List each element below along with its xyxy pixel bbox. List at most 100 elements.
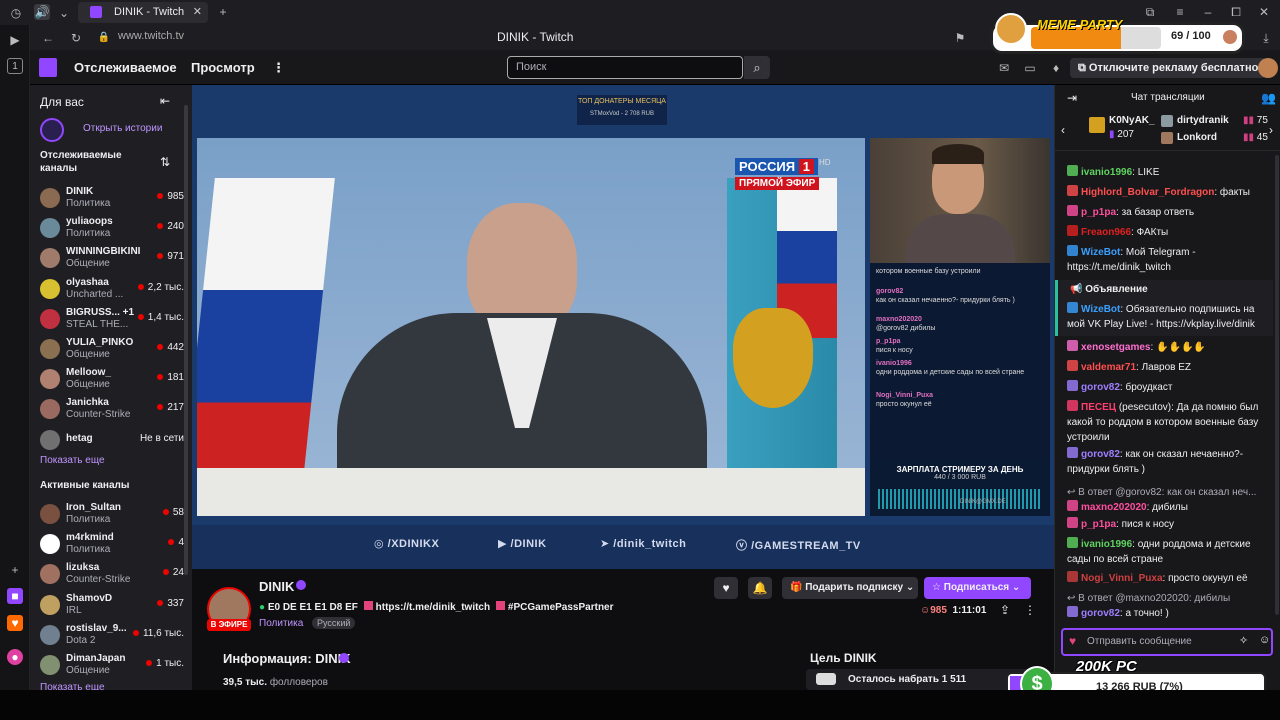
sidebar-channel[interactable]: lizuksa Counter-Strike 24	[38, 559, 186, 589]
sidebar-channel[interactable]: DINIK Политика 985	[38, 183, 186, 213]
language-tag[interactable]: Русский	[312, 617, 356, 629]
gift-sub-button[interactable]: 🎁 Подарить подписку ⌄	[782, 577, 918, 599]
viewer-count: Не в сети	[139, 432, 184, 444]
bookmark-icon[interactable]: ⚑	[952, 30, 968, 46]
download-icon[interactable]: ⤓	[1258, 30, 1274, 46]
url-field[interactable]: www.twitch.tv	[118, 30, 184, 42]
more-icon[interactable]: ⋮	[272, 60, 285, 76]
whispers-icon[interactable]: ▭	[1022, 60, 1038, 76]
chat-username[interactable]: maxno202020	[1081, 502, 1147, 513]
twitch-logo-icon[interactable]	[39, 58, 57, 77]
chat-users-icon[interactable]: 👥	[1261, 91, 1276, 105]
heart-badge-icon[interactable]: ♥	[1069, 634, 1076, 648]
chat-username[interactable]: p_p1pa	[1081, 207, 1116, 218]
more-options-icon[interactable]: ⋮	[1024, 603, 1036, 617]
chat-username[interactable]: gorov82	[1081, 608, 1120, 619]
user-badge-icon	[1067, 302, 1078, 313]
leader-next-icon[interactable]: ›	[1269, 123, 1273, 137]
video-player[interactable]: ТОП ДОНАТЕРЫ МЕСЯЦА STMoxVod - 2 708 RUB…	[192, 85, 1054, 569]
browser-tab-active[interactable]: DINIK - Twitch ✕	[78, 2, 208, 23]
collapse-chat-icon[interactable]: ⇥	[1067, 91, 1077, 105]
user-badge-icon	[1067, 400, 1078, 411]
notifications-bell-icon[interactable]: 🔔	[748, 577, 772, 599]
maximize-icon[interactable]: ⧠	[1228, 4, 1244, 20]
search-input[interactable]: Поиск	[507, 56, 743, 79]
leader-3-value: ▮▮ 45	[1243, 132, 1268, 143]
chat-username[interactable]: WizeBot	[1081, 304, 1120, 315]
close-window-icon[interactable]: ✕	[1256, 4, 1272, 20]
sidebar-scrollbar[interactable]	[184, 105, 188, 575]
reload-icon[interactable]: ↻	[68, 30, 84, 46]
chat-input[interactable]: ♥ Отправить сообщение ✧ ☺	[1061, 628, 1273, 656]
minimize-icon[interactable]: –	[1200, 4, 1216, 20]
collapse-sidebar-icon[interactable]: ⇤	[160, 94, 170, 108]
sidebar-channel[interactable]: WINNINGBIKINI Общение 971	[38, 243, 186, 273]
nav-browse[interactable]: Просмотр	[191, 60, 255, 75]
sidebar-channel[interactable]: ShamovD IRL 337	[38, 590, 186, 620]
emote-picker-icon[interactable]: ✧	[1239, 634, 1248, 647]
sidebar-channel[interactable]: Iron_Sultan Политика 58	[38, 499, 186, 529]
chat-username[interactable]: Highlord_Bolvar_Fordragon	[1081, 187, 1214, 198]
player-icon[interactable]: ▶	[7, 32, 23, 48]
show-more-link[interactable]: Показать еще	[40, 455, 105, 466]
chat-username[interactable]: valdemar71	[1081, 362, 1136, 373]
share-icon[interactable]: ⇪	[1000, 603, 1010, 617]
sidebar-channel[interactable]: m4rkmind Политика 4	[38, 529, 186, 559]
show-more-link-2[interactable]: Показать еще	[40, 682, 105, 690]
history-icon[interactable]: ◷	[8, 5, 24, 21]
sidebar-channel[interactable]: BIGRUSS... +1 STEAL THE... 1,4 тыс.	[38, 304, 186, 334]
user-badge-icon	[1067, 606, 1078, 617]
add-panel-icon[interactable]: +	[7, 562, 23, 578]
crown-icon[interactable]: ♦	[1048, 60, 1064, 76]
bookmark-panel-icon[interactable]: ♥	[7, 615, 23, 631]
chat-username[interactable]: gorov82	[1081, 449, 1120, 460]
chat-username[interactable]: xenosetgames	[1081, 342, 1150, 353]
chevron-down-icon[interactable]: ⌄	[56, 5, 72, 21]
sidebar-channel[interactable]: rostislav_9... Dota 2 11,6 тыс.	[38, 620, 186, 650]
sort-icon[interactable]: ⇅	[160, 155, 170, 169]
search-icon[interactable]: ⌕	[744, 56, 770, 79]
channel-name: Janichka	[66, 397, 109, 409]
chat-username[interactable]: Freaon966	[1081, 227, 1131, 238]
sidebar-channel[interactable]: yuliaoops Политика 240	[38, 213, 186, 243]
salary-widget: ЗАРПЛАТА СТРИМЕРУ ЗА ДЕНЬ 440 / 3 000 RU…	[870, 461, 1050, 516]
chat-username[interactable]: ivanio1996	[1081, 539, 1132, 550]
messenger-panel-icon[interactable]: ●	[7, 649, 23, 665]
speaker-icon[interactable]: 🔊	[34, 4, 50, 20]
sidebar-channel[interactable]: olyashaa Uncharted ... 2,2 тыс.	[38, 274, 186, 304]
window-menu-icon[interactable]: ⧉	[1142, 4, 1158, 20]
back-icon[interactable]: ←	[40, 30, 56, 46]
chat-username[interactable]: Nogi_Vinni_Puxa	[1081, 573, 1163, 584]
sidebar-channel[interactable]: DimanJapan Общение 1 тыс.	[38, 650, 186, 680]
inbox-icon[interactable]: ✉	[996, 60, 1012, 76]
sidebar-channel[interactable]: hetag Не в сети	[38, 425, 186, 455]
sidebar-channel[interactable]: Janichka Counter-Strike 217	[38, 394, 186, 424]
sidebar-channel[interactable]: Melloow_ Общение 181	[38, 364, 186, 394]
chat-username[interactable]: p_p1pa	[1081, 519, 1116, 530]
follow-heart-icon[interactable]: ♥	[714, 577, 738, 599]
nav-following[interactable]: Отслеживаемое	[74, 60, 177, 75]
category-link[interactable]: Политика	[259, 618, 303, 629]
user-avatar[interactable]	[1258, 58, 1278, 78]
ad-free-button[interactable]: ⧉ Отключите рекламу бесплатно	[1070, 58, 1267, 78]
smile-icon[interactable]: ☺	[1259, 634, 1270, 646]
menu-icon[interactable]: ≡	[1172, 4, 1188, 20]
close-tab-icon[interactable]: ✕	[193, 2, 202, 23]
subscribe-button[interactable]: ☆ Подписаться ⌄	[924, 577, 1031, 599]
stories-icon[interactable]	[40, 118, 64, 142]
twitch-panel-icon[interactable]: ■	[7, 588, 23, 604]
chat-scrollbar[interactable]	[1275, 155, 1279, 615]
leader-prev-icon[interactable]: ‹	[1061, 123, 1065, 137]
new-tab-icon[interactable]: +	[215, 4, 231, 20]
sidebar-channel[interactable]: YULIA_PINKO Общение 442	[38, 334, 186, 364]
salary-site: DINIK@GMX.DE	[960, 499, 1006, 505]
live-dot-icon	[157, 193, 164, 199]
workspace-icon[interactable]: 1	[7, 58, 23, 74]
chat-username[interactable]: ПЕСЕЦ	[1081, 402, 1116, 413]
chat-username[interactable]: gorov82	[1081, 382, 1120, 393]
chat-username[interactable]: ivanio1996	[1081, 167, 1132, 178]
channel-avatar	[40, 504, 60, 524]
chat-username[interactable]: WizeBot	[1081, 247, 1120, 258]
open-stories-link[interactable]: Открыть истории	[83, 123, 162, 134]
streamer-name[interactable]: DINIK	[259, 579, 294, 594]
